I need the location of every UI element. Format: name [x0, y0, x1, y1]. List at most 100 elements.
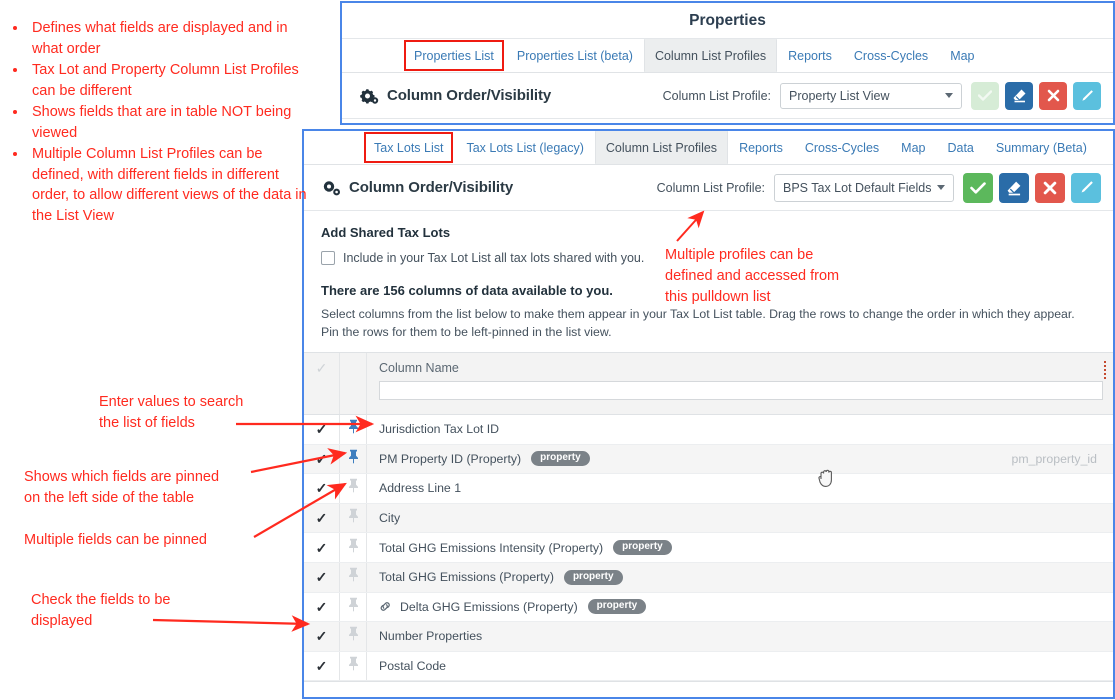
row-pin-toggle[interactable] [340, 415, 367, 444]
profile-label: Column List Profile: [662, 88, 771, 103]
tab-label: Reports [739, 140, 783, 155]
vertical-scrollbar[interactable] [1107, 131, 1113, 697]
row-checkbox[interactable]: ✓ [304, 444, 340, 474]
pin-icon [348, 656, 359, 676]
grid-rows: ✓ Jurisdiction Tax Lot ID ✓ PM Property ID … [304, 415, 1113, 682]
table-row[interactable]: ✓ Total GHG Emissions (Property) property [304, 562, 1113, 593]
tab-column-list-profiles[interactable]: Column List Profiles [594, 131, 729, 164]
header-check-cell[interactable]: ✓ [304, 353, 340, 414]
clear-button[interactable] [999, 172, 1029, 203]
select-value: Property List View [789, 88, 890, 103]
row-pin-toggle[interactable] [340, 622, 367, 651]
tab-tax-lots-list[interactable]: Tax Lots List [364, 132, 454, 163]
chevron-down-icon [937, 185, 945, 190]
pin-icon [348, 626, 359, 646]
tab-map[interactable]: Map [890, 131, 936, 164]
column-list-profile-select[interactable]: Property List View [780, 82, 962, 109]
row-name-cell: Number Properties [367, 622, 1113, 651]
row-pin-toggle[interactable] [340, 562, 367, 592]
table-row[interactable]: ✓ Number Properties [304, 622, 1113, 652]
row-pin-toggle[interactable] [340, 592, 367, 622]
row-name-cell: Postal Code [367, 652, 1113, 681]
row-name-wrapper: City [379, 511, 400, 525]
row-name-cell: Total GHG Emissions (Property) property [367, 563, 1113, 592]
annotation-multiple-profiles: Multiple profiles can be defined and acc… [665, 247, 840, 305]
row-pin-toggle[interactable] [340, 651, 367, 681]
save-button[interactable] [971, 81, 999, 110]
row-checkbox[interactable]: ✓ [304, 562, 340, 592]
save-button[interactable] [963, 172, 993, 203]
tab-data[interactable]: Data [936, 131, 984, 164]
row-pin-toggle[interactable] [340, 474, 367, 503]
table-row[interactable]: ✓ Delta GHG Emissions (Property) property [304, 592, 1113, 623]
row-checkbox[interactable]: ✓ [304, 474, 340, 503]
tab-label: Map [901, 140, 926, 155]
table-row[interactable]: ✓ City [304, 503, 1113, 534]
annotation-bullet: Shows fields that are in table NOT being… [28, 102, 316, 143]
gear-icon [360, 88, 379, 104]
row-label: Number Properties [379, 629, 483, 644]
tab-properties-list-beta[interactable]: Properties List (beta) [506, 39, 644, 72]
row-checkbox[interactable]: ✓ [304, 503, 340, 533]
tab-map[interactable]: Map [939, 39, 985, 72]
row-pin-toggle[interactable] [340, 444, 367, 474]
row-checkbox[interactable]: ✓ [304, 651, 340, 681]
check-icon: ✓ [315, 658, 328, 675]
properties-action-buttons [971, 81, 1101, 110]
clear-button[interactable] [1005, 81, 1033, 110]
table-row[interactable]: ✓ Address Line 1 [304, 474, 1113, 504]
row-pin-toggle[interactable] [340, 533, 367, 562]
status-badge: property [587, 599, 647, 615]
annotation-bullet-list: Defines what fields are displayed and in… [6, 18, 316, 226]
search-input[interactable] [379, 381, 1103, 400]
pin-icon [348, 538, 359, 558]
table-row[interactable]: ✓ Jurisdiction Tax Lot ID [304, 415, 1113, 445]
tab-tax-lots-list-legacy[interactable]: Tax Lots List (legacy) [455, 131, 594, 164]
section-heading: Column Order/Visibility [349, 179, 514, 196]
row-name-wrapper: PM Property ID (Property) property [379, 451, 590, 467]
tab-label: Reports [788, 48, 832, 63]
tab-label: Data [947, 140, 974, 155]
tab-label: Map [950, 48, 975, 63]
screenshot-root: Properties Properties List Properties Li… [0, 0, 1115, 700]
row-pin-toggle[interactable] [340, 503, 367, 533]
select-value: BPS Tax Lot Default Fields [783, 180, 931, 195]
delete-button[interactable] [1035, 172, 1065, 203]
tab-properties-list[interactable]: Properties List [404, 40, 504, 71]
column-list-profile-select[interactable]: BPS Tax Lot Default Fields [774, 173, 954, 202]
pin-icon [348, 597, 359, 617]
edit-button[interactable] [1071, 172, 1101, 203]
tab-reports[interactable]: Reports [777, 39, 843, 72]
tab-label: Cross-Cycles [804, 140, 880, 155]
tab-cross-cycles[interactable]: Cross-Cycles [794, 131, 890, 164]
check-icon: ✓ [315, 360, 328, 376]
row-checkbox[interactable]: ✓ [304, 415, 340, 444]
delete-button[interactable] [1039, 81, 1067, 110]
pin-icon [348, 567, 359, 587]
properties-toolbar: Column Order/Visibility Column List Prof… [342, 73, 1113, 119]
edit-button[interactable] [1073, 81, 1101, 110]
include-shared-label: Include in your Tax Lot List all tax lot… [343, 251, 645, 265]
tab-cross-cycles[interactable]: Cross-Cycles [843, 39, 939, 72]
annotation-bullet: Defines what fields are displayed and in… [28, 18, 316, 59]
tab-column-list-profiles[interactable]: Column List Profiles [643, 39, 778, 72]
tab-summary-beta[interactable]: Summary (Beta) [985, 131, 1098, 164]
table-row[interactable]: ✓ Postal Code [304, 651, 1113, 682]
row-checkbox[interactable]: ✓ [304, 533, 340, 562]
help-text: Select columns from the list below to ma… [321, 307, 1075, 339]
row-name-wrapper: Postal Code [379, 659, 446, 673]
annotation-bullet: Tax Lot and Property Column List Profile… [28, 60, 316, 101]
annotation-bullet: Multiple Column List Profiles can be def… [28, 144, 316, 226]
tab-label: Tax Lots List (legacy) [466, 140, 584, 155]
include-shared-checkbox[interactable] [321, 251, 335, 265]
table-row[interactable]: ✓ PM Property ID (Property) property pm_pro… [304, 444, 1113, 475]
table-row[interactable]: ✓ Total GHG Emissions Intensity (Property… [304, 533, 1113, 563]
row-checkbox[interactable]: ✓ [304, 622, 340, 651]
section-heading: Column Order/Visibility [387, 87, 552, 104]
tab-reports[interactable]: Reports [728, 131, 794, 164]
annotation-bullets: Defines what fields are displayed and in… [6, 18, 316, 227]
tab-label: Column List Profiles [605, 140, 718, 155]
row-checkbox[interactable]: ✓ [304, 592, 340, 622]
row-label: City [379, 511, 401, 526]
tab-label: Column List Profiles [654, 48, 767, 63]
